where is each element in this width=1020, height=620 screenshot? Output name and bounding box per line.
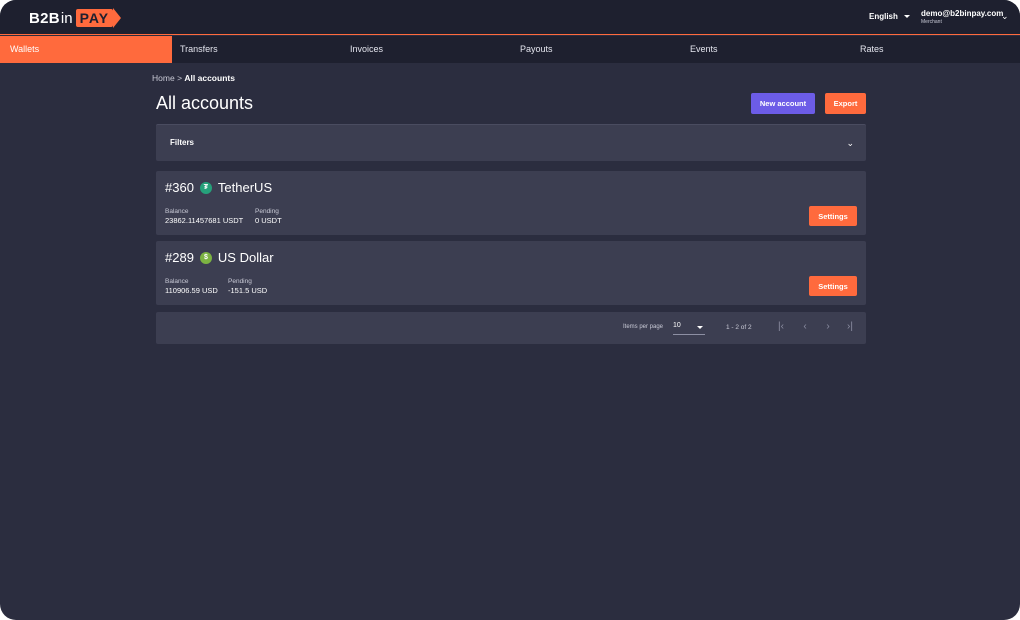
nav-tab-wallets[interactable]: Wallets [0, 36, 172, 63]
filters-panel[interactable]: Filters ⌄ [156, 124, 866, 161]
logo-text-b2b: B2B [29, 9, 60, 27]
pending-label: Pending [255, 208, 279, 215]
breadcrumb-current: All accounts [184, 73, 235, 83]
items-per-page-select[interactable]: 10 [673, 322, 705, 335]
account-header: #360 ₮ TetherUS [165, 180, 272, 195]
balance-value: 110906.59 USD [165, 286, 218, 295]
balance-value: 23862.11457681 USDT [165, 216, 244, 225]
settings-button[interactable]: Settings [809, 206, 857, 226]
balance-stat: Balance 110906.59 USD [165, 278, 218, 295]
breadcrumb-separator-icon: > [177, 73, 183, 83]
language-selector[interactable]: English [869, 12, 910, 21]
nav-tab-events[interactable]: Events [690, 36, 718, 63]
logo-text-in: in [60, 9, 73, 27]
settings-button[interactable]: Settings [809, 276, 857, 296]
logo-text-pay: PAY [75, 9, 114, 27]
nav-tab-invoices[interactable]: Invoices [350, 36, 383, 63]
chevron-down-icon[interactable]: ⌄ [846, 138, 854, 149]
items-per-page-label: Items per page [623, 324, 664, 330]
pending-label: Pending [228, 278, 252, 285]
pending-stat: Pending -151.5 USD [228, 278, 267, 295]
account-card: #360 ₮ TetherUS Balance 23862.11457681 U… [156, 171, 866, 235]
top-bar: B2B in PAY English demo@b2binpay.com Mer… [0, 0, 1020, 35]
logo-arrow-icon [113, 8, 122, 28]
filters-label: Filters [170, 138, 195, 147]
nav-tab-payouts[interactable]: Payouts [520, 36, 553, 63]
account-card: #289 $ US Dollar Balance 110906.59 USD P… [156, 241, 866, 305]
account-currency: US Dollar [217, 250, 274, 265]
user-role: Merchant [921, 19, 942, 25]
balance-label: Balance [165, 278, 189, 285]
chevron-down-icon[interactable]: ⌄ [1001, 11, 1009, 22]
caret-down-icon [697, 326, 703, 329]
account-id: #360 [165, 180, 194, 195]
export-button[interactable]: Export [825, 93, 866, 114]
pending-value: -151.5 USD [228, 286, 268, 295]
account-id: #289 [165, 250, 194, 265]
account-currency: TetherUS [217, 180, 273, 195]
dollar-icon: $ [199, 251, 212, 264]
page-title: All accounts [156, 93, 254, 113]
nav-tab-rates[interactable]: Rates [860, 36, 884, 63]
paginator: Items per page 10 1 - 2 of 2 |‹ ‹ › ›| [156, 312, 866, 344]
items-per-page-value: 10 [673, 322, 681, 329]
brand-logo[interactable]: B2B in PAY [29, 8, 122, 28]
next-page-icon[interactable]: › [821, 320, 835, 334]
user-email: demo@b2binpay.com [921, 9, 1004, 18]
previous-page-icon[interactable]: ‹ [798, 320, 812, 334]
last-page-icon[interactable]: ›| [843, 320, 857, 334]
app-window: B2B in PAY English demo@b2binpay.com Mer… [0, 0, 1020, 620]
new-account-button[interactable]: New account [751, 93, 815, 114]
first-page-icon[interactable]: |‹ [774, 320, 788, 334]
user-menu[interactable]: demo@b2binpay.com Merchant [921, 9, 1003, 25]
language-label: English [869, 12, 898, 21]
main-nav: Wallets Transfers Invoices Payouts Event… [0, 36, 1020, 63]
caret-down-icon [903, 15, 910, 18]
tether-icon: ₮ [199, 181, 212, 194]
nav-tab-transfers[interactable]: Transfers [180, 36, 218, 63]
pending-value: 0 USDT [255, 216, 282, 225]
pending-stat: Pending 0 USDT [255, 208, 282, 225]
account-header: #289 $ US Dollar [165, 250, 274, 265]
balance-label: Balance [165, 208, 189, 215]
breadcrumb-home[interactable]: Home [152, 73, 175, 83]
pagination-range: 1 - 2 of 2 [726, 324, 752, 331]
balance-stat: Balance 23862.11457681 USDT [165, 208, 243, 225]
breadcrumb: Home > All accounts [152, 73, 235, 83]
